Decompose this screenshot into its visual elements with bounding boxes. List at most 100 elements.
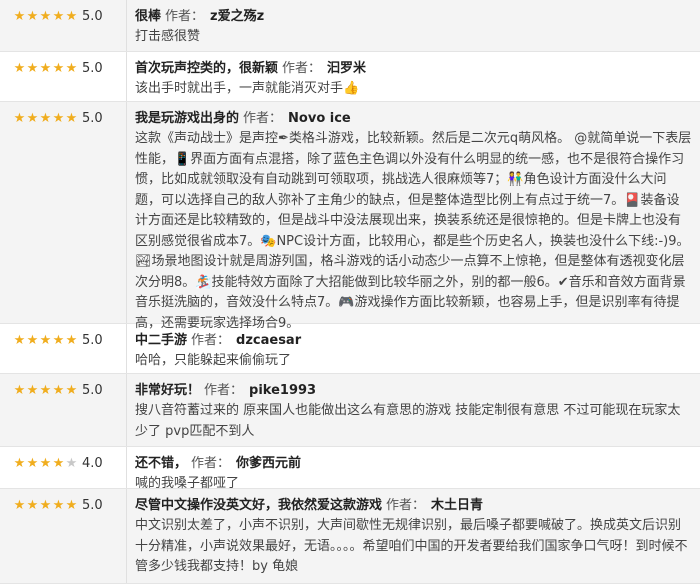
star-icon: ★ — [52, 383, 65, 398]
review-header: 中二手游 作者： dzcaesar — [135, 331, 692, 351]
rating-score: 5.0 — [82, 111, 103, 126]
star-icon: ★ — [65, 9, 78, 24]
star-icon: ★ — [65, 333, 78, 348]
review-row: ★ ★ ★ ★ ★ 4.0 还不错， 作者： 你爹西元前 喊的我嗓子都哑了 — [0, 447, 700, 491]
review-content: 非常好玩！ 作者： pike1993 搜八音符蓄过来的 原来国人也能做出这么有意思的游… — [127, 374, 700, 446]
star-rating: ★ ★ ★ ★ ★ 5.0 — [13, 332, 103, 349]
star-icon: ★ — [39, 456, 52, 471]
review-content: 尽管中文操作没英文好，我依然爱这款游戏 作者： 木土日青中文识别太差了，小声不识别，… — [127, 489, 700, 583]
review-title: 中二手游 — [135, 333, 188, 348]
star-icon: ★ — [26, 498, 39, 513]
star-icon: ★ — [26, 456, 39, 471]
review-row: ★ ★ ★ ★ ★ 5.0 中二手游 作者： dzcaesar 哈哈，只能躲起来偷偷玩了 — [0, 324, 700, 374]
author-label: 作者： — [386, 498, 426, 513]
star-rating: ★ ★ ★ ★ ★ 5.0 — [13, 497, 103, 514]
star-icon: ★ — [13, 333, 26, 348]
author-label: 作者： — [191, 333, 231, 348]
review-row: ★ ★ ★ ★ ★ 5.0 尽管中文操作没英文好，我依然爱这款游戏 作者： 木土日青 中文识别太差… — [0, 489, 700, 584]
star-icon: ★ — [39, 383, 52, 398]
review-header: 我是玩游戏出身的 作者： Novo ice — [135, 109, 692, 129]
review-title: 首次玩声控类的，很新颖 — [135, 61, 279, 76]
star-icon: ★ — [13, 456, 26, 471]
star-rating: ★ ★ ★ ★ ★ 5.0 — [13, 382, 103, 399]
star-icon: ★ — [39, 498, 52, 513]
author-label: 作者： — [191, 456, 231, 471]
star-icon: ★ — [65, 456, 78, 471]
review-content: 我是玩游戏出身的 作者： Novo ice 这款《声动战士》是声控✒类格斗游戏，比较新… — [127, 102, 700, 331]
star-icon: ★ — [13, 498, 26, 513]
review-body: 哈哈，只能躲起来偷偷玩了 — [135, 353, 292, 368]
star-icon: ★ — [13, 61, 26, 76]
rating-score: 5.0 — [82, 61, 103, 76]
star-rating: ★ ★ ★ ★ ★ 5.0 — [13, 110, 103, 127]
rating-score: 5.0 — [82, 9, 103, 24]
review-header: 非常好玩！ 作者： pike1993 — [135, 381, 692, 401]
star-icon: ★ — [39, 111, 52, 126]
review-header: 很棒 作者： z爱之殇z — [135, 7, 692, 27]
review-body: 打击感很赞 — [135, 29, 201, 44]
star-icon: ★ — [13, 111, 26, 126]
star-icon: ★ — [65, 61, 78, 76]
star-icon: ★ — [52, 456, 65, 471]
review-content: 很棒 作者： z爱之殇z 打击感很赞 — [127, 0, 700, 51]
review-body: 搜八音符蓄过来的 原来国人也能做出这么有意思的游戏 技能定制很有意思 不过可能现… — [135, 403, 681, 439]
author-name[interactable]: 汩罗米 — [327, 61, 366, 76]
review-row: ★ ★ ★ ★ ★ 5.0 首次玩声控类的，很新颖 作者： 汩罗米 该出手时就出手，一声就能消灭对… — [0, 52, 700, 102]
review-body: 这款《声动战士》是声控✒类格斗游戏，比较新颖。然后是二次元q萌风格。 @就简单说… — [135, 131, 692, 331]
review-body: 该出手时就出手，一声就能消灭对手👍 — [135, 81, 360, 96]
rating-cell: ★ ★ ★ ★ ★ 5.0 — [0, 102, 127, 323]
rating-cell: ★ ★ ★ ★ ★ 4.0 — [0, 447, 127, 488]
review-content: 还不错， 作者： 你爹西元前 喊的我嗓子都哑了 — [127, 447, 700, 491]
star-icon: ★ — [39, 61, 52, 76]
star-icon: ★ — [13, 9, 26, 24]
review-header: 尽管中文操作没英文好，我依然爱这款游戏 作者： 木土日青 — [135, 496, 692, 516]
author-name[interactable]: z爱之殇z — [210, 9, 264, 24]
review-row: ★ ★ ★ ★ ★ 5.0 非常好玩！ 作者： pike1993 搜八音符蓄过来的 原来国人也能做… — [0, 374, 700, 447]
star-icon: ★ — [65, 111, 78, 126]
star-icon: ★ — [65, 383, 78, 398]
review-title: 尽管中文操作没英文好，我依然爱这款游戏 — [135, 498, 383, 513]
author-label: 作者： — [282, 61, 322, 76]
star-icon: ★ — [26, 9, 39, 24]
star-icon: ★ — [26, 61, 39, 76]
review-title: 我是玩游戏出身的 — [135, 111, 240, 126]
star-icon: ★ — [52, 61, 65, 76]
review-title: 非常好玩！ — [135, 383, 201, 398]
star-icon: ★ — [52, 498, 65, 513]
author-name[interactable]: dzcaesar — [236, 333, 301, 348]
rating-score: 4.0 — [82, 456, 103, 471]
rating-cell: ★ ★ ★ ★ ★ 5.0 — [0, 324, 127, 373]
rating-cell: ★ ★ ★ ★ ★ 5.0 — [0, 489, 127, 583]
author-name[interactable]: Novo ice — [288, 111, 351, 126]
rating-cell: ★ ★ ★ ★ ★ 5.0 — [0, 52, 127, 101]
star-icon: ★ — [52, 333, 65, 348]
star-icon: ★ — [39, 9, 52, 24]
star-icon: ★ — [52, 9, 65, 24]
review-row: ★ ★ ★ ★ ★ 5.0 我是玩游戏出身的 作者： Novo ice 这款《声动战士》是声控✒类… — [0, 102, 700, 331]
author-name[interactable]: 你爹西元前 — [236, 456, 301, 471]
star-rating: ★ ★ ★ ★ ★ 5.0 — [13, 60, 103, 77]
rating-cell: ★ ★ ★ ★ ★ 5.0 — [0, 0, 127, 51]
review-content: 首次玩声控类的，很新颖 作者： 汩罗米该出手时就出手，一声就能消灭对手👍 — [127, 52, 700, 101]
review-body: 中文识别太差了，小声不识别，大声间歇性无规律识别，最后嗓子都要喊破了。换成英文后… — [135, 518, 688, 574]
review-title: 很棒 — [135, 9, 162, 24]
review-row: ★ ★ ★ ★ ★ 5.0 很棒 作者： z爱之殇z 打击感很赞 — [0, 0, 700, 52]
star-icon: ★ — [26, 383, 39, 398]
star-icon: ★ — [26, 333, 39, 348]
rating-cell: ★ ★ ★ ★ ★ 5.0 — [0, 374, 127, 446]
author-label: 作者： — [243, 111, 283, 126]
author-label: 作者： — [165, 9, 205, 24]
author-label: 作者： — [204, 383, 244, 398]
author-name[interactable]: 木土日青 — [431, 498, 483, 513]
review-content: 中二手游 作者： dzcaesar 哈哈，只能躲起来偷偷玩了 — [127, 324, 700, 373]
rating-score: 5.0 — [82, 498, 103, 513]
author-name[interactable]: pike1993 — [249, 383, 316, 398]
review-header: 还不错， 作者： 你爹西元前 — [135, 454, 692, 474]
star-rating: ★ ★ ★ ★ ★ 4.0 — [13, 455, 103, 472]
review-header: 首次玩声控类的，很新颖 作者： 汩罗米 — [135, 59, 692, 79]
rating-score: 5.0 — [82, 383, 103, 398]
star-icon: ★ — [26, 111, 39, 126]
review-list: ★ ★ ★ ★ ★ 5.0 很棒 作者： z爱之殇z 打击感很赞 ★ ★ ★ ★ ★ 5.0 首次玩声控类的，很… — [0, 0, 700, 584]
star-icon: ★ — [13, 383, 26, 398]
star-icon: ★ — [52, 111, 65, 126]
